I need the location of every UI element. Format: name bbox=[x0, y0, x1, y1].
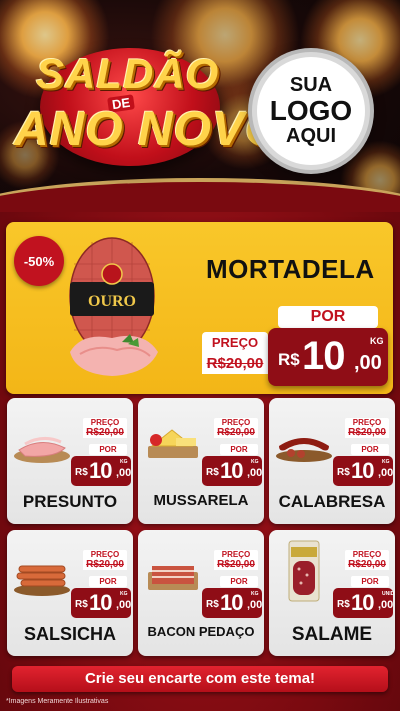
price-integer: 10 bbox=[220, 590, 244, 615]
por-label: POR bbox=[351, 444, 389, 455]
price-decimal: ,00 bbox=[378, 467, 394, 479]
title-line-1: SALDÃO bbox=[36, 50, 220, 97]
featured-old-price-box: PREÇO R$20,00 bbox=[202, 332, 268, 380]
old-price-value: R$20,00 bbox=[214, 559, 258, 570]
price-integer: 10 bbox=[89, 590, 113, 615]
old-price-box: PREÇO R$20,00 bbox=[83, 418, 127, 438]
old-price-label: PREÇO bbox=[345, 550, 389, 559]
product-name: PRESUNTO bbox=[22, 492, 118, 511]
flyer-page: SALDÃO DE ANO NOVO SUA LOGO AQUI -50% OU… bbox=[0, 0, 400, 711]
brand-label: OURO bbox=[88, 293, 136, 310]
price-tag: R$ 10,00 KG bbox=[333, 456, 393, 486]
old-price-value: R$20,00 bbox=[214, 427, 258, 438]
create-flyer-button[interactable]: Crie seu encarte com este tema! bbox=[12, 666, 388, 692]
price-decimal: ,00 bbox=[116, 599, 132, 611]
product-image bbox=[148, 566, 198, 590]
price-integer: 10 bbox=[351, 590, 375, 615]
price-tag: R$ 10,00 UNID bbox=[333, 588, 395, 618]
old-price-box: PREÇO R$20,00 bbox=[345, 418, 389, 438]
product-card[interactable]: PREÇO R$20,00 POR R$ 10,00 KG SALSICHA bbox=[7, 530, 133, 656]
price-tag: R$ 10,00 KG bbox=[202, 456, 262, 486]
old-price-label: PREÇO bbox=[202, 332, 268, 353]
product-card[interactable]: PREÇO R$20,00 POR R$ 10,00 KG CALABRESA bbox=[269, 398, 395, 524]
featured-product-name: MORTADELA bbox=[206, 254, 375, 284]
product-name: BACON PEDAÇO bbox=[147, 624, 255, 639]
price-currency: R$ bbox=[75, 599, 88, 610]
price-tag: R$ 10,00 KG bbox=[71, 588, 131, 618]
old-price-value: R$20,00 bbox=[83, 559, 127, 570]
price-currency: R$ bbox=[75, 467, 88, 478]
product-name: MUSSARELA bbox=[153, 492, 249, 509]
old-price-box: PREÇO R$20,00 bbox=[214, 418, 258, 438]
price-currency: R$ bbox=[337, 599, 350, 610]
price-unit: KG bbox=[120, 459, 128, 465]
por-label: POR bbox=[278, 306, 378, 328]
featured-product-card[interactable]: -50% OURO MORTADELA PREÇO R$20,00 POR R$ bbox=[6, 222, 393, 394]
price-integer: 10 bbox=[89, 458, 113, 483]
old-price-label: PREÇO bbox=[214, 418, 258, 427]
title-line-2: ANO NOVO bbox=[14, 103, 284, 156]
price-tag: R$ 10,00 KG bbox=[71, 456, 131, 486]
old-price-label: PREÇO bbox=[345, 418, 389, 427]
price-currency: R$ bbox=[206, 467, 219, 478]
price-unit: KG bbox=[251, 459, 259, 465]
price-unit: KG bbox=[251, 591, 259, 597]
price-decimal: ,00 bbox=[354, 352, 382, 374]
product-card[interactable]: PREÇO R$20,00 POR R$ 10,00 KG PRESUNTO bbox=[7, 398, 133, 524]
old-price-label: PREÇO bbox=[83, 550, 127, 559]
product-card[interactable]: PREÇO R$20,00 POR R$ 10,00 KG MUSSARELA bbox=[138, 398, 264, 524]
logo-text-line-2: LOGO bbox=[269, 95, 353, 127]
product-card[interactable]: PREÇO R$20,00 POR R$ 10,00 UNID SALAME bbox=[269, 530, 395, 656]
logo-placeholder[interactable]: SUA LOGO AQUI bbox=[252, 52, 370, 170]
old-price-box: PREÇO R$20,00 bbox=[83, 550, 127, 570]
por-label: POR bbox=[220, 444, 258, 455]
product-image bbox=[148, 429, 198, 458]
price-unit: KG bbox=[120, 591, 128, 597]
old-price-label: PREÇO bbox=[83, 418, 127, 427]
old-price-value: R$20,00 bbox=[345, 427, 389, 438]
product-name: SALSICHA bbox=[23, 624, 116, 644]
product-image bbox=[14, 565, 70, 596]
price-currency: R$ bbox=[206, 599, 219, 610]
product-name: SALAME bbox=[291, 624, 373, 645]
por-label: POR bbox=[89, 444, 127, 455]
por-label: POR bbox=[351, 576, 389, 587]
mortadela-image: OURO bbox=[69, 237, 158, 376]
disclaimer-text: *Imagens Meramente Ilustrativas bbox=[6, 698, 109, 705]
price-unit: KG bbox=[370, 336, 384, 346]
product-image bbox=[288, 540, 320, 602]
price-currency: R$ bbox=[278, 350, 300, 369]
price-tag: R$ 10,00 KG bbox=[202, 588, 262, 618]
featured-price-tag: R$ 10 ,00 KG bbox=[268, 328, 388, 386]
price-decimal: ,00 bbox=[247, 599, 263, 611]
old-price-label: PREÇO bbox=[214, 550, 258, 559]
por-label: POR bbox=[220, 576, 258, 587]
product-image bbox=[276, 438, 332, 462]
product-card[interactable]: PREÇO R$20,00 POR R$ 10,00 KG BACON PEDAÇO bbox=[138, 530, 264, 656]
por-label: POR bbox=[89, 576, 127, 587]
old-price-value: R$20,00 bbox=[202, 353, 268, 374]
logo-text-line-3: AQUI bbox=[286, 124, 336, 147]
price-decimal: ,00 bbox=[247, 467, 263, 479]
price-decimal: ,00 bbox=[378, 599, 394, 611]
product-name: CALABRESA bbox=[278, 492, 386, 511]
logo-text-line-1: SUA bbox=[289, 74, 333, 97]
price-unit: KG bbox=[382, 459, 390, 465]
product-image bbox=[14, 437, 70, 463]
old-price-box: PREÇO R$20,00 bbox=[345, 550, 389, 570]
price-integer: 10 bbox=[302, 334, 345, 378]
old-price-box: PREÇO R$20,00 bbox=[214, 550, 258, 570]
price-decimal: ,00 bbox=[116, 467, 132, 479]
price-integer: 10 bbox=[220, 458, 244, 483]
header-banner: SALDÃO DE ANO NOVO SUA LOGO AQUI bbox=[0, 0, 400, 212]
price-currency: R$ bbox=[337, 467, 350, 478]
discount-badge: -50% bbox=[14, 236, 64, 286]
price-integer: 10 bbox=[351, 458, 375, 483]
price-unit: UNID bbox=[382, 591, 395, 597]
promo-title: SALDÃO DE ANO NOVO bbox=[10, 40, 282, 170]
old-price-value: R$20,00 bbox=[83, 427, 127, 438]
old-price-value: R$20,00 bbox=[345, 559, 389, 570]
